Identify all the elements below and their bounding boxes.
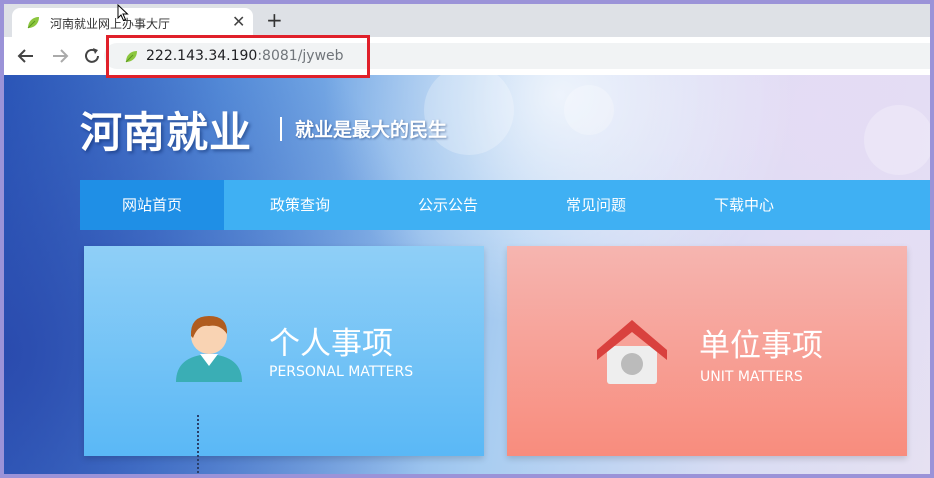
logo-divider — [280, 117, 282, 141]
unit-matters-card[interactable]: 单位事项 UNIT MATTERS — [507, 246, 907, 456]
site-slogan: 就业是最大的民生 — [295, 119, 448, 141]
browser-tab[interactable]: 河南就业网上办事大厅 ✕ — [12, 8, 253, 37]
mouse-cursor-icon — [117, 4, 129, 22]
background-bokeh — [564, 85, 614, 135]
url-highlight-box — [106, 35, 370, 78]
new-tab-icon[interactable]: + — [266, 9, 283, 31]
browser-window: 河南就业网上办事大厅 ✕ + 222.143.34.190:8081/jyweb — [4, 4, 930, 474]
site-logo[interactable]: 河南就业 — [80, 99, 252, 160]
close-icon[interactable]: ✕ — [232, 12, 245, 32]
reload-icon[interactable] — [82, 46, 102, 66]
unit-card-title: 单位事项 — [699, 328, 823, 364]
personal-card-subtitle: PERSONAL MATTERS — [269, 364, 414, 380]
nav-item-home[interactable]: 网站首页 — [80, 180, 224, 230]
nav-item-downloads[interactable]: 下载中心 — [672, 180, 816, 230]
nav-item-faq[interactable]: 常见问题 — [524, 180, 668, 230]
nav-item-policy[interactable]: 政策查询 — [228, 180, 372, 230]
leaf-favicon-icon — [27, 17, 39, 29]
tower-decoration — [197, 415, 199, 474]
person-icon — [176, 316, 242, 382]
unit-card-subtitle: UNIT MATTERS — [700, 369, 803, 385]
house-icon — [597, 320, 667, 384]
forward-arrow-icon[interactable] — [50, 46, 70, 66]
main-nav: 网站首页 政策查询 公示公告 常见问题 下载中心 — [80, 180, 930, 230]
web-page: 河南就业 就业是最大的民生 网站首页 政策查询 公示公告 常见问题 下载中心 个… — [4, 75, 930, 474]
personal-card-title: 个人事项 — [269, 326, 393, 362]
background-bokeh — [864, 105, 930, 175]
nav-item-announcements[interactable]: 公示公告 — [376, 180, 520, 230]
back-arrow-icon[interactable] — [16, 46, 36, 66]
tab-strip: 河南就业网上办事大厅 ✕ + — [4, 4, 930, 37]
tab-title: 河南就业网上办事大厅 — [50, 17, 171, 31]
personal-matters-card[interactable]: 个人事项 PERSONAL MATTERS — [84, 246, 484, 456]
